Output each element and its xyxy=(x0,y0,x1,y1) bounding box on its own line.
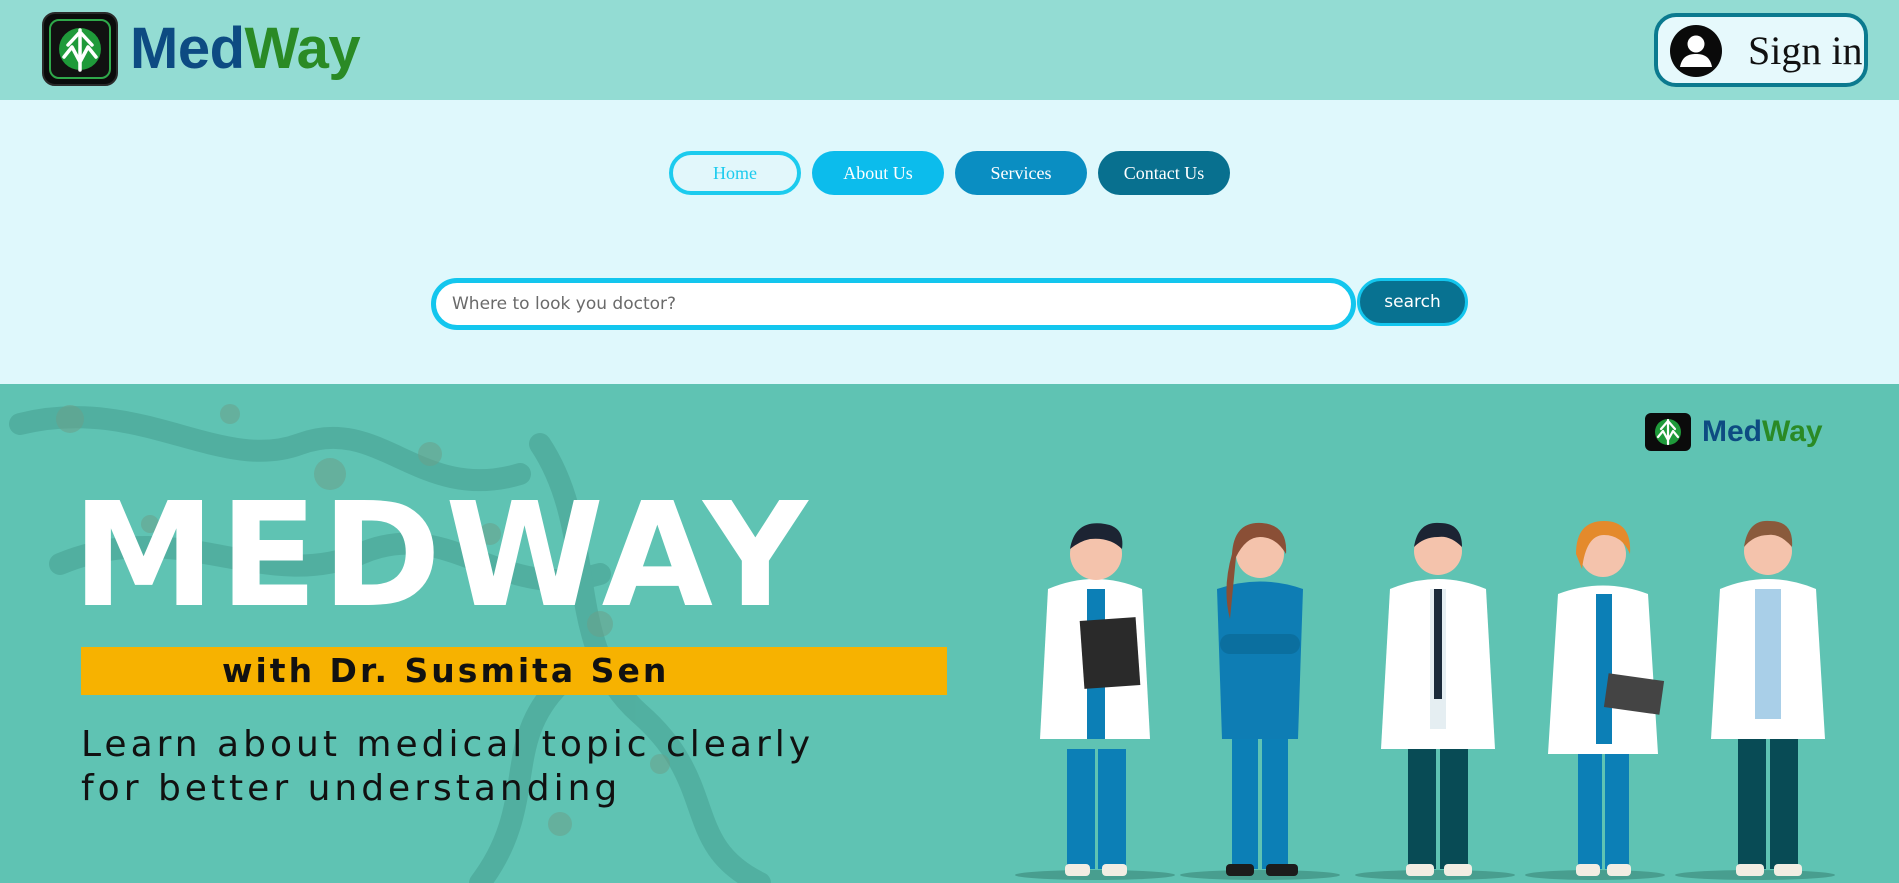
nav-contact-us[interactable]: Contact Us xyxy=(1098,151,1230,195)
banner-tagline: Learn about medical topic clearly for be… xyxy=(81,723,814,811)
nav-about-us[interactable]: About Us xyxy=(812,151,944,195)
site-header: MedWay Sign in xyxy=(0,0,1899,100)
doctor-search-input[interactable] xyxy=(431,278,1356,330)
sign-in-button[interactable]: Sign in xyxy=(1654,13,1868,87)
user-avatar-icon xyxy=(1670,25,1722,77)
nav-home[interactable]: Home xyxy=(669,151,801,195)
banner-brand-name: MedWay xyxy=(1702,414,1823,450)
nav-services[interactable]: Services xyxy=(955,151,1087,195)
sign-in-label: Sign in xyxy=(1748,28,1863,73)
banner-tagline-line2: for better understanding xyxy=(81,768,622,809)
brand-name-way: Way xyxy=(244,16,361,81)
doctor-figure-4 xyxy=(1548,521,1665,876)
doctor-figure-3 xyxy=(1381,522,1495,876)
search-button[interactable]: search xyxy=(1357,278,1468,326)
banner-tagline-line1: Learn about medical topic clearly xyxy=(81,724,815,765)
doctor-figure-5 xyxy=(1711,520,1825,876)
hero-banner: MedWay MEDWAY with Dr. Susmita Sen Learn… xyxy=(0,384,1899,883)
medway-mini-logo-icon xyxy=(1645,413,1691,451)
banner-brand-med: Med xyxy=(1702,415,1762,448)
banner-brand-way: Way xyxy=(1762,415,1823,448)
doctor-figure-1 xyxy=(1040,523,1150,876)
brand-name-med: Med xyxy=(130,16,245,81)
banner-title: MEDWAY xyxy=(72,471,812,639)
brand-name[interactable]: MedWay xyxy=(130,14,361,84)
banner-subtitle: with Dr. Susmita Sen xyxy=(222,651,670,690)
medway-logo-icon[interactable] xyxy=(42,12,118,86)
doctors-illustration xyxy=(1015,520,1835,880)
doctor-figure-2 xyxy=(1217,522,1303,876)
